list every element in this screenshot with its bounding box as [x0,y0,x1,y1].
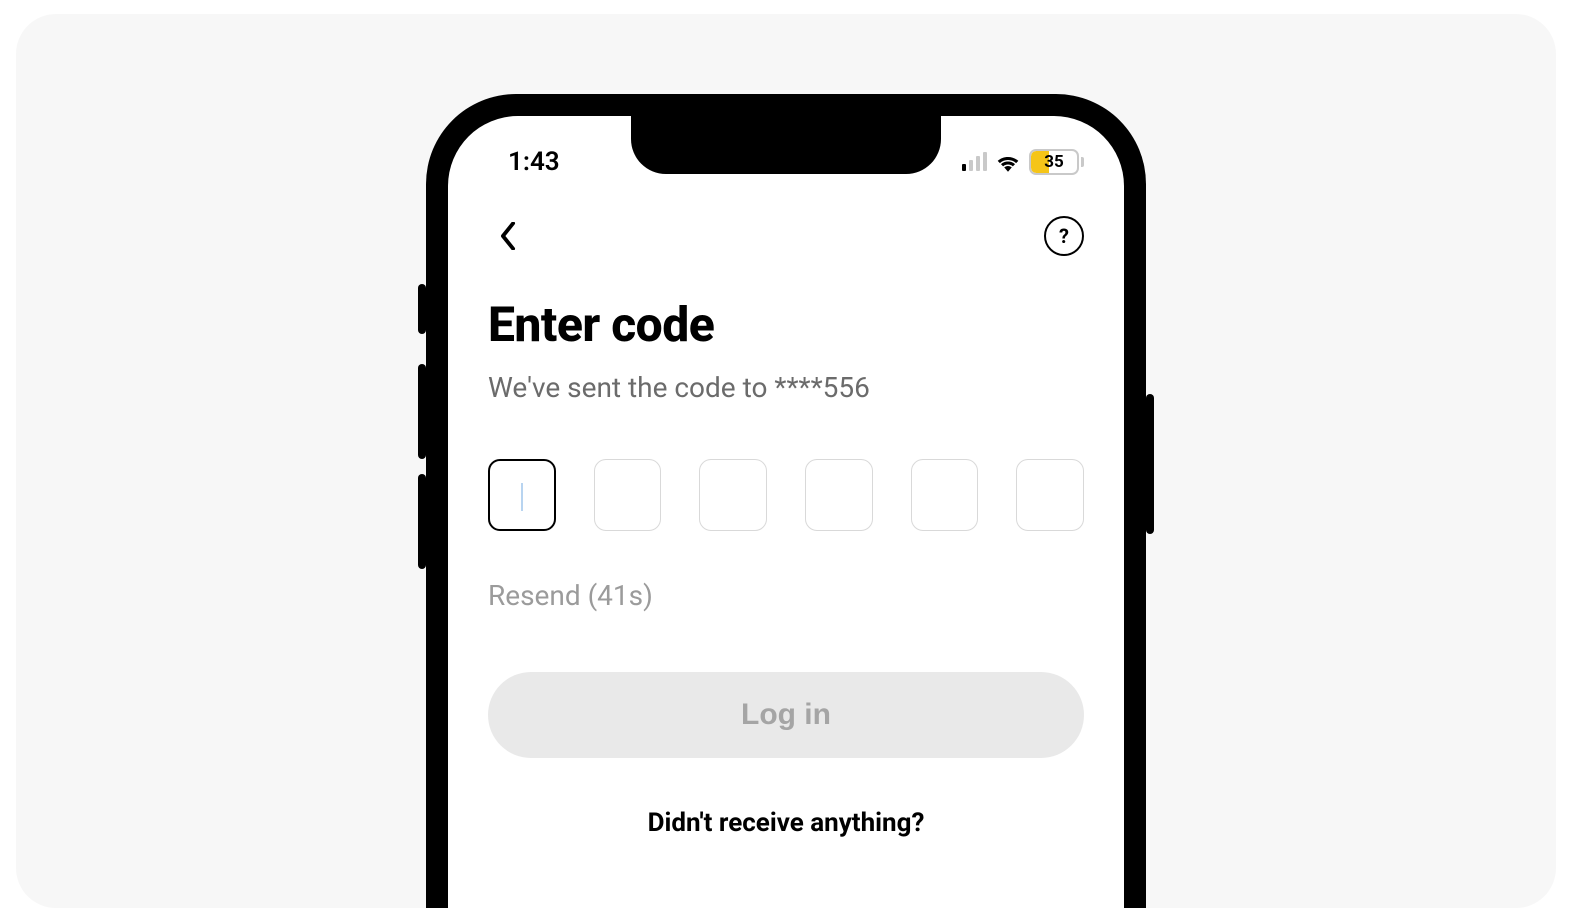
chevron-left-icon [500,222,516,250]
page-subtitle: We've sent the code to ****556 [488,371,1084,404]
status-right-cluster: 35 [962,149,1085,175]
phone-notch [631,116,941,174]
phone-volume-down [418,474,426,569]
code-digit-5[interactable] [911,459,979,531]
status-time: 1:43 [508,147,560,177]
question-mark-icon: ? [1059,224,1069,248]
help-button[interactable]: ? [1044,216,1084,256]
phone-mute-switch [418,284,426,334]
cellular-signal-icon [962,153,988,171]
didnt-receive-link[interactable]: Didn't receive anything? [488,808,1084,838]
nav-bar: ? [448,186,1124,256]
background-panel: 1:43 35 [16,14,1556,908]
code-input-row [488,459,1084,531]
page-title: Enter code [488,296,1084,353]
code-digit-3[interactable] [699,459,767,531]
code-digit-1[interactable] [488,459,556,531]
back-button[interactable] [488,216,528,256]
code-digit-6[interactable] [1016,459,1084,531]
phone-power-button [1146,394,1154,534]
phone-screen: 1:43 35 [448,116,1124,908]
phone-frame: 1:43 35 [426,94,1146,908]
code-digit-4[interactable] [805,459,873,531]
battery-percent: 35 [1044,152,1064,172]
phone-volume-up [418,364,426,459]
code-digit-2[interactable] [594,459,662,531]
resend-countdown: Resend (41s) [488,579,1084,612]
login-button[interactable]: Log in [488,672,1084,758]
battery-indicator: 35 [1029,149,1084,175]
main-content: Enter code We've sent the code to ****55… [448,256,1124,838]
wifi-icon [995,152,1021,172]
